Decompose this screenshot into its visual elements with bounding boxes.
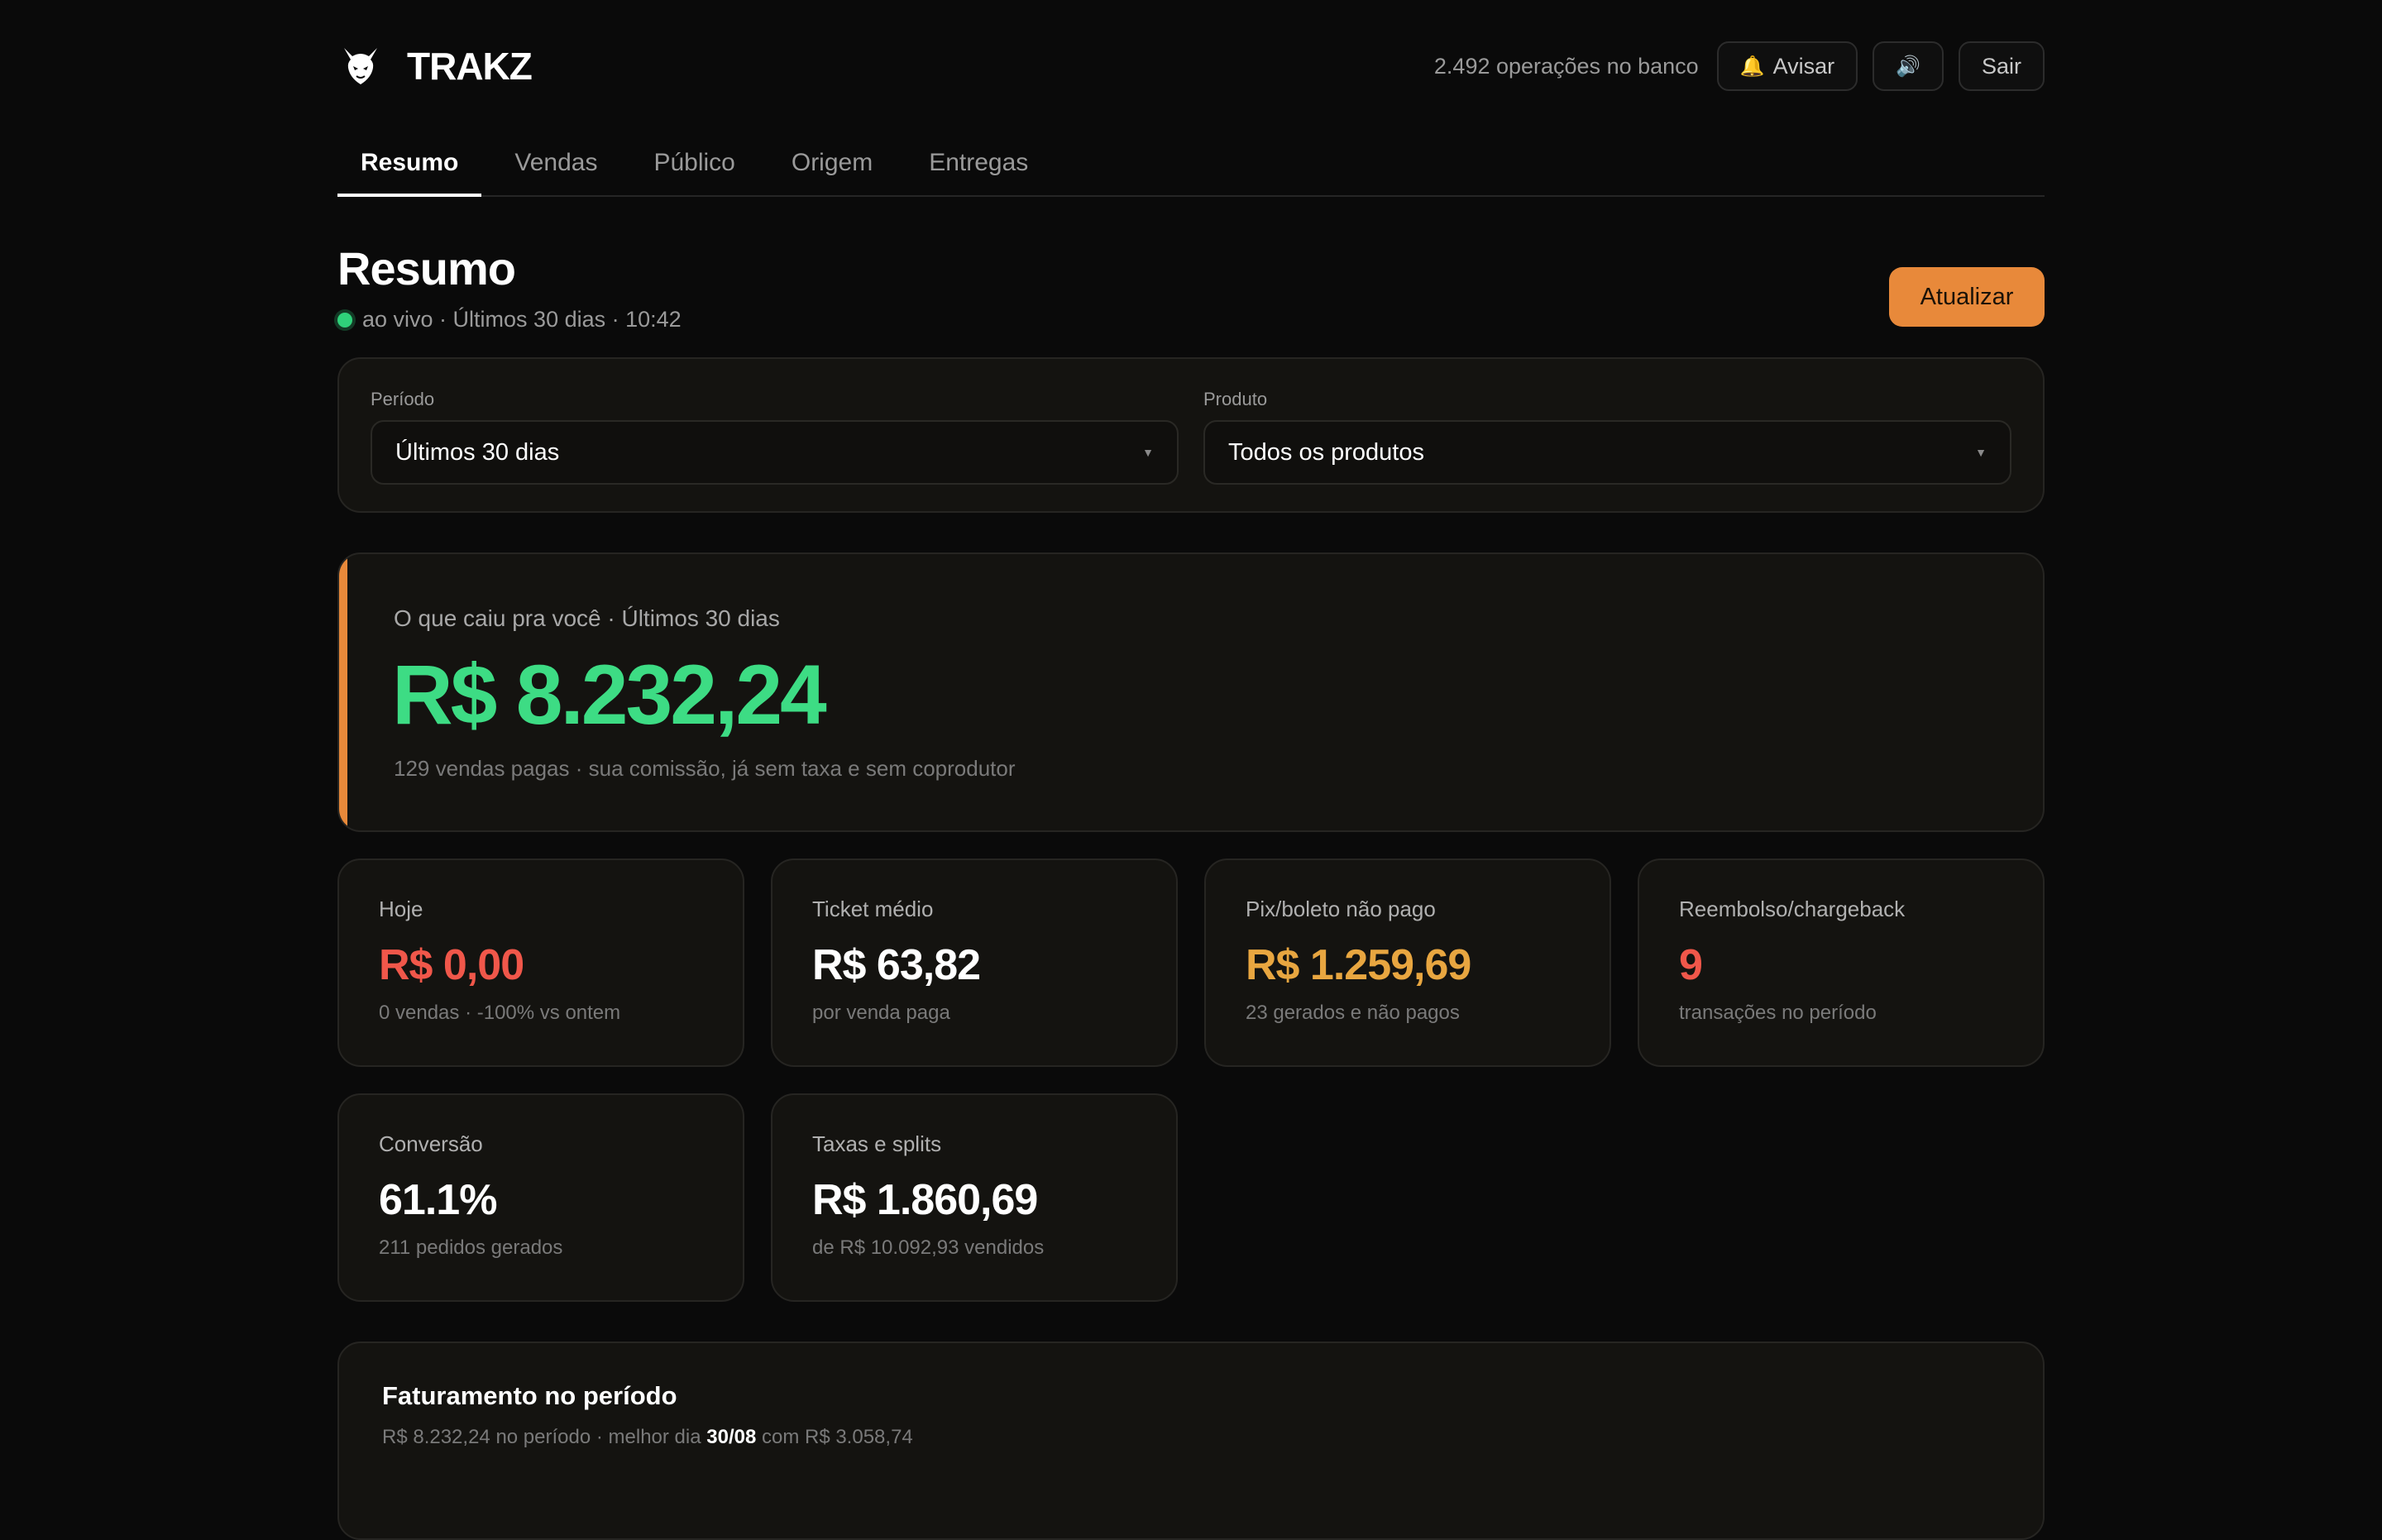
refresh-button[interactable]: Atualizar bbox=[1889, 267, 2045, 327]
top-header: TRAKZ 2.492 operações no banco 🔔 Avisar … bbox=[337, 36, 2045, 96]
product-select[interactable]: Todos os produtos ▼ bbox=[1203, 420, 2011, 485]
product-value: Todos os produtos bbox=[1228, 438, 1424, 466]
live-status: ao vivo · Últimos 30 dias · 10:42 bbox=[337, 307, 682, 332]
tab-origem[interactable]: Origem bbox=[768, 131, 896, 195]
stat-subtext: transações no período bbox=[1679, 1002, 1877, 1024]
period-filter: Período Últimos 30 dias ▼ bbox=[371, 389, 1179, 511]
stat-subtext: 211 pedidos gerados bbox=[379, 1236, 563, 1259]
stat-subtext: por venda paga bbox=[812, 1002, 950, 1024]
stat-value: R$ 0,00 bbox=[379, 941, 524, 989]
notify-button[interactable]: 🔔 Avisar bbox=[1716, 41, 1858, 91]
period-label: Período bbox=[371, 389, 435, 409]
revenue-card: Faturamento no período R$ 8.232,24 no pe… bbox=[337, 1342, 2045, 1540]
period-select[interactable]: Últimos 30 dias ▼ bbox=[371, 420, 1179, 485]
operations-count: 2.492 operações no banco bbox=[1433, 53, 1699, 79]
stat-card-refunds: Reembolso/chargeback 9 transações no per… bbox=[1638, 858, 2045, 1067]
brand[interactable]: TRAKZ bbox=[337, 43, 533, 89]
stat-card-fees: Taxas e splits R$ 1.860,69 de R$ 10.092,… bbox=[771, 1093, 1178, 1302]
title-block: Resumo ao vivo · Últimos 30 dias · 10:42 bbox=[337, 242, 682, 332]
revenue-title: Faturamento no período bbox=[382, 1381, 677, 1410]
stat-value: R$ 1.860,69 bbox=[812, 1176, 1038, 1224]
product-filter: Produto Todos os produtos ▼ bbox=[1203, 389, 2011, 511]
bell-icon: 🔔 bbox=[1739, 55, 1765, 78]
filters-card: Período Últimos 30 dias ▼ Produto Todos … bbox=[337, 357, 2045, 513]
stat-subtext: de R$ 10.092,93 vendidos bbox=[812, 1236, 1045, 1259]
brand-name: TRAKZ bbox=[407, 45, 533, 88]
logout-label: Sair bbox=[1981, 53, 2021, 79]
live-status-text: ao vivo · Últimos 30 dias · 10:42 bbox=[362, 307, 682, 332]
stat-label: Conversão bbox=[379, 1131, 483, 1156]
hero-value: R$ 8.232,24 bbox=[392, 648, 827, 742]
page-title: Resumo bbox=[337, 242, 516, 294]
stat-value: R$ 1.259,69 bbox=[1246, 941, 1471, 989]
stat-card-unpaid: Pix/boleto não pago R$ 1.259,69 23 gerad… bbox=[1204, 858, 1611, 1067]
stat-label: Taxas e splits bbox=[812, 1131, 942, 1156]
sound-button[interactable]: 🔊 bbox=[1873, 41, 1944, 91]
stat-value: R$ 63,82 bbox=[812, 941, 981, 989]
hero-subtext: 129 vendas pagas · sua comissão, já sem … bbox=[394, 756, 1016, 781]
hero-label: O que caiu pra você · Últimos 30 dias bbox=[394, 605, 780, 631]
tab-publico[interactable]: Público bbox=[630, 131, 758, 195]
tab-entregas[interactable]: Entregas bbox=[906, 131, 1051, 195]
app-container: TRAKZ 2.492 operações no banco 🔔 Avisar … bbox=[337, 0, 2045, 1540]
stat-value: 61.1% bbox=[379, 1176, 497, 1224]
best-day: 30/08 bbox=[706, 1426, 757, 1448]
chevron-down-icon: ▼ bbox=[1142, 446, 1154, 459]
notify-label: Avisar bbox=[1772, 53, 1835, 79]
logout-button[interactable]: Sair bbox=[1958, 41, 2045, 91]
revenue-sub-suffix: com R$ 3.058,74 bbox=[756, 1426, 913, 1448]
stat-label: Hoje bbox=[379, 897, 423, 921]
revenue-sub-prefix: R$ 8.232,24 no período · melhor dia bbox=[382, 1426, 707, 1448]
devil-logo-icon bbox=[337, 43, 384, 89]
revenue-subtext: R$ 8.232,24 no período · melhor dia 30/0… bbox=[382, 1426, 2000, 1449]
stat-value: 9 bbox=[1679, 941, 1703, 989]
stat-card-today: Hoje R$ 0,00 0 vendas · -100% vs ontem bbox=[337, 858, 744, 1067]
live-dot-icon bbox=[337, 312, 352, 328]
earnings-hero-card: O que caiu pra você · Últimos 30 dias R$… bbox=[337, 552, 2045, 832]
stat-card-conversion: Conversão 61.1% 211 pedidos gerados bbox=[337, 1093, 744, 1302]
product-label: Produto bbox=[1203, 389, 1268, 409]
chevron-down-icon: ▼ bbox=[1975, 446, 1987, 459]
tab-vendas[interactable]: Vendas bbox=[491, 131, 620, 195]
stat-subtext: 0 vendas · -100% vs ontem bbox=[379, 1002, 621, 1024]
stat-label: Pix/boleto não pago bbox=[1246, 897, 1436, 921]
period-value: Últimos 30 dias bbox=[395, 438, 560, 466]
hero-accent-bar bbox=[339, 554, 347, 830]
stat-subtext: 23 gerados e não pagos bbox=[1246, 1002, 1460, 1024]
speaker-icon: 🔊 bbox=[1896, 55, 1920, 78]
stat-label: Reembolso/chargeback bbox=[1679, 897, 1906, 921]
nav-tabs: Resumo Vendas Público Origem Entregas bbox=[337, 132, 2045, 197]
header-actions: 2.492 operações no banco 🔔 Avisar 🔊 Sair bbox=[1434, 41, 2045, 91]
tab-resumo[interactable]: Resumo bbox=[337, 132, 482, 197]
stat-label: Ticket médio bbox=[812, 897, 934, 921]
stat-card-ticket: Ticket médio R$ 63,82 por venda paga bbox=[771, 858, 1178, 1067]
